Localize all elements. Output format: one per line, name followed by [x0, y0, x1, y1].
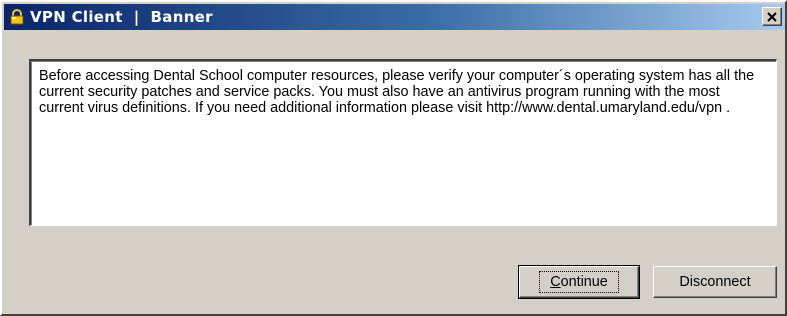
window-title: VPN Client | Banner	[30, 8, 213, 26]
vpn-banner-dialog: VPN Client | Banner Before accessing Den…	[0, 0, 787, 316]
disconnect-button-label: Disconnect	[679, 274, 751, 290]
banner-message: Before accessing Dental School computer …	[39, 68, 755, 116]
title-bar[interactable]: VPN Client | Banner	[4, 4, 785, 30]
banner-message-box: Before accessing Dental School computer …	[29, 59, 777, 226]
continue-button[interactable]: Continue	[518, 265, 640, 299]
continue-button-label: Continue	[539, 271, 619, 293]
continue-label-rest: ontinue	[560, 274, 608, 290]
close-button[interactable]	[762, 7, 782, 26]
continue-accelerator: C	[550, 274, 561, 290]
close-icon	[767, 11, 777, 22]
disconnect-button[interactable]: Disconnect	[653, 266, 777, 298]
vpn-lock-icon	[8, 8, 26, 26]
